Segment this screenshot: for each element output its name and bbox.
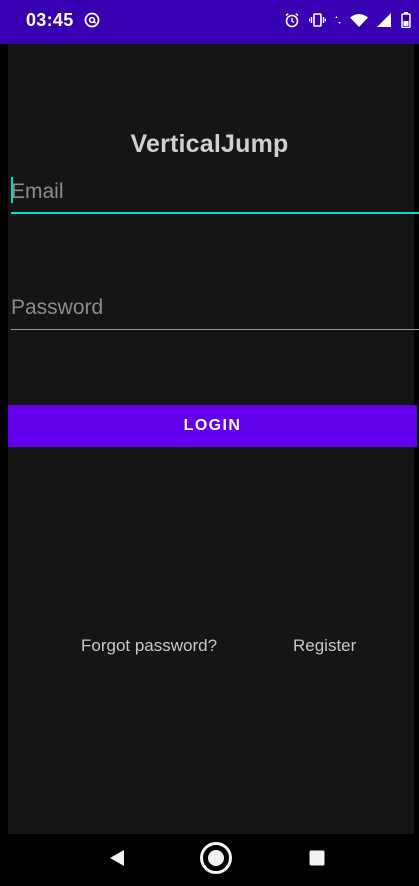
screen-edge-left bbox=[0, 44, 8, 834]
back-icon bbox=[109, 849, 125, 872]
navigation-bar bbox=[0, 834, 419, 886]
status-time: 03:45 bbox=[26, 10, 74, 30]
password-input[interactable] bbox=[11, 290, 419, 326]
app-title: VerticalJump bbox=[130, 130, 289, 158]
login-button[interactable]: LOGIN bbox=[8, 405, 417, 447]
recents-icon bbox=[309, 850, 325, 871]
battery-icon bbox=[401, 12, 411, 28]
back-button[interactable] bbox=[87, 834, 147, 886]
email-input[interactable] bbox=[11, 174, 419, 210]
status-bar: 03:45 bbox=[0, 0, 419, 44]
vibrate-icon bbox=[309, 13, 326, 27]
email-field[interactable] bbox=[11, 174, 419, 214]
recents-button[interactable] bbox=[287, 834, 347, 886]
alarm-icon bbox=[284, 12, 300, 28]
wifi-icon bbox=[350, 13, 368, 27]
data-arrows-icon bbox=[335, 14, 341, 26]
status-icons bbox=[284, 12, 411, 28]
password-underline bbox=[11, 329, 419, 330]
email-underline bbox=[11, 212, 419, 214]
register-link[interactable]: Register bbox=[293, 636, 356, 656]
password-field[interactable] bbox=[11, 290, 419, 330]
home-icon bbox=[199, 841, 233, 880]
forgot-password-link[interactable]: Forgot password? bbox=[81, 636, 217, 656]
home-button[interactable] bbox=[186, 834, 246, 886]
at-sign-notification-icon bbox=[84, 12, 100, 28]
text-cursor bbox=[11, 177, 13, 203]
cell-signal-icon bbox=[377, 13, 392, 27]
phone-screen: 03:45 VerticalJump Email LOGIN Forgot pa… bbox=[0, 0, 419, 886]
